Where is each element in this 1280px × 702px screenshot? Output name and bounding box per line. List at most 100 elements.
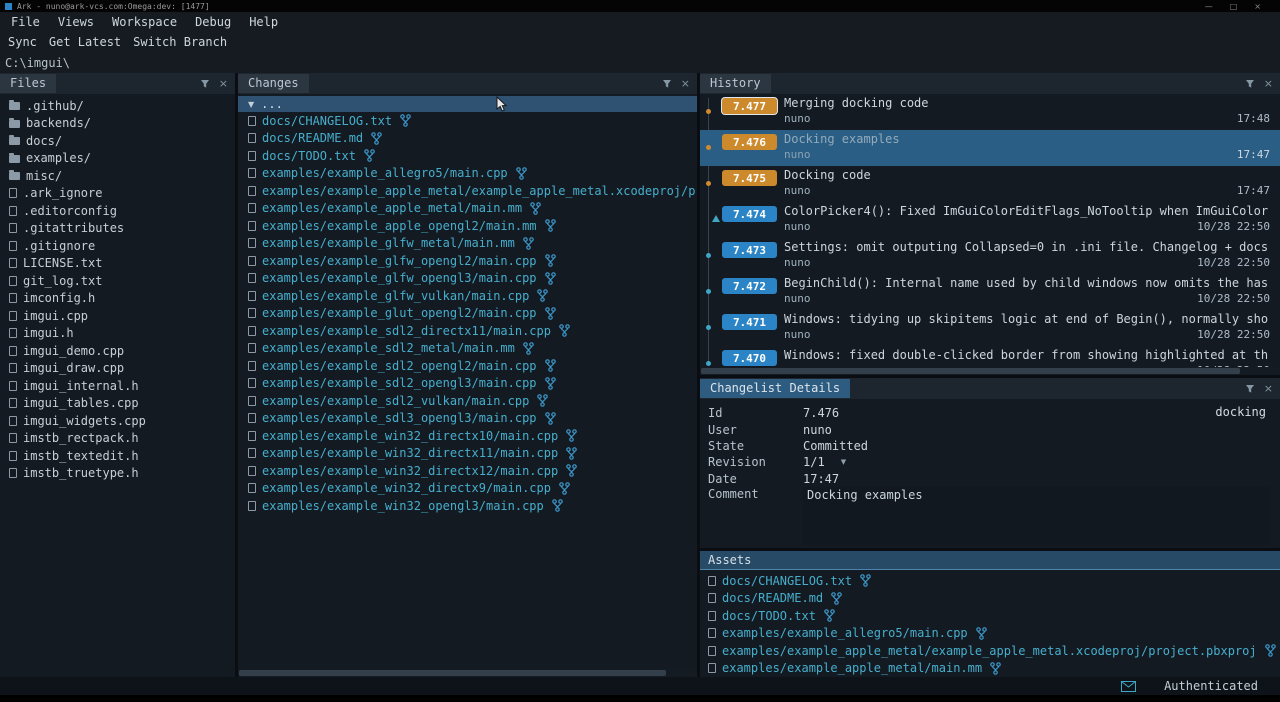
changed-file-row[interactable]: examples/example_glfw_vulkan/main.cpp <box>238 287 697 305</box>
changed-file-row[interactable]: docs/TODO.txt <box>238 147 697 165</box>
close-icon[interactable]: × <box>681 78 690 89</box>
changed-file-row[interactable]: examples/example_glfw_opengl3/main.cpp <box>238 270 697 288</box>
menu-item[interactable]: Workspace <box>103 15 186 29</box>
files-tab[interactable]: Files <box>0 74 56 93</box>
history-row[interactable]: 7.471 Windows: tidying up skipitems logi… <box>700 310 1280 346</box>
assets-tab[interactable]: Assets <box>700 553 751 567</box>
changed-file-row[interactable]: examples/example_sdl2_metal/main.mm <box>238 340 697 358</box>
toolbar-button[interactable]: Sync <box>8 35 37 49</box>
file-tree-row[interactable]: imgui.cpp <box>0 307 235 325</box>
changes-tab[interactable]: Changes <box>238 74 309 93</box>
branch-icon <box>860 574 871 587</box>
history-tab[interactable]: History <box>700 74 771 93</box>
minimize-button[interactable]: — <box>1205 2 1213 11</box>
file-tree-row[interactable]: imstb_truetype.h <box>0 465 235 483</box>
details-fields: docking Id 7.476 User nuno State Committ… <box>700 399 1280 548</box>
changed-file-row[interactable]: docs/CHANGELOG.txt <box>238 112 697 130</box>
file-tree-row[interactable]: imgui_demo.cpp <box>0 342 235 360</box>
file-tree-row[interactable]: backends/ <box>0 115 235 133</box>
file-tree-row[interactable]: .ark_ignore <box>0 185 235 203</box>
menu-item[interactable]: Help <box>240 15 287 29</box>
asset-row[interactable]: examples/example_allegro5/main.cpp <box>700 625 1280 643</box>
file-tree-row[interactable]: .gitattributes <box>0 220 235 238</box>
file-tree-row[interactable]: .gitignore <box>0 237 235 255</box>
history-horizontal-scrollbar[interactable] <box>700 367 1280 375</box>
file-tree-row[interactable]: git_log.txt <box>0 272 235 290</box>
changed-file-row[interactable]: examples/example_apple_metal/main.mm <box>238 200 697 218</box>
changed-file-row[interactable]: examples/example_sdl2_opengl2/main.cpp <box>238 357 697 375</box>
asset-row[interactable]: examples/example_apple_metal/example_app… <box>700 642 1280 660</box>
changed-file-name: examples/example_sdl2_directx11/main.cpp <box>262 324 551 338</box>
changed-file-row[interactable]: examples/example_glfw_metal/main.mm <box>238 235 697 253</box>
changed-file-row[interactable]: examples/example_glfw_opengl2/main.cpp <box>238 252 697 270</box>
maximize-button[interactable]: □ <box>1230 2 1238 11</box>
file-tree-row[interactable]: imgui_tables.cpp <box>0 395 235 413</box>
changed-file-row[interactable]: examples/example_win32_directx12/main.cp… <box>238 462 697 480</box>
file-tree-row[interactable]: examples/ <box>0 150 235 168</box>
file-tree-row[interactable]: .editorconfig <box>0 202 235 220</box>
changes-horizontal-scrollbar[interactable] <box>238 669 697 677</box>
changed-file-row[interactable]: examples/example_apple_metal/example_app… <box>238 182 697 200</box>
file-tree-row[interactable]: imstb_textedit.h <box>0 447 235 465</box>
toolbar-button[interactable]: Switch Branch <box>133 35 227 49</box>
history-row[interactable]: 7.476 Docking examples nuno 17:47 <box>700 130 1280 166</box>
toolbar-button[interactable]: Get Latest <box>49 35 121 49</box>
file-tree-row[interactable]: imgui_widgets.cpp <box>0 412 235 430</box>
history-row[interactable]: 7.475 Docking code nuno 17:47 <box>700 166 1280 202</box>
file-tree-row[interactable]: LICENSE.txt <box>0 255 235 273</box>
changed-file-row[interactable]: examples/example_win32_opengl3/main.cpp <box>238 497 697 515</box>
filter-icon[interactable] <box>1245 79 1255 89</box>
revision-badge: 7.476 <box>722 134 777 150</box>
comment-field[interactable]: Docking examples <box>803 487 1270 545</box>
changed-file-row[interactable]: examples/example_sdl2_opengl3/main.cpp <box>238 375 697 393</box>
history-row[interactable]: 7.470 Windows: fixed double-clicked bord… <box>700 346 1280 367</box>
file-tree-row[interactable]: imgui.h <box>0 325 235 343</box>
file-icon <box>248 116 256 126</box>
history-row[interactable]: 7.473 Settings: omit outputing Collapsed… <box>700 238 1280 274</box>
menu-item[interactable]: Views <box>49 15 103 29</box>
file-tree-row[interactable]: imconfig.h <box>0 290 235 308</box>
changed-file-row[interactable]: examples/example_apple_opengl2/main.mm <box>238 217 697 235</box>
history-row[interactable]: 7.477 Merging docking code nuno 17:48 <box>700 94 1280 130</box>
menu-item[interactable]: File <box>2 15 49 29</box>
close-icon[interactable]: × <box>1264 78 1273 89</box>
changes-root-row[interactable]: ▼ ... <box>238 96 697 112</box>
file-tree-row[interactable]: imstb_rectpack.h <box>0 430 235 448</box>
filter-icon[interactable] <box>200 79 210 89</box>
history-row[interactable]: 7.474 ColorPicker4(): Fixed ImGuiColorEd… <box>700 202 1280 238</box>
changed-file-row[interactable]: examples/example_win32_directx11/main.cp… <box>238 445 697 463</box>
close-icon[interactable]: × <box>219 78 228 89</box>
expander-icon[interactable]: ▼ <box>248 100 254 109</box>
file-name: imgui.h <box>23 326 74 340</box>
asset-row[interactable]: docs/README.md <box>700 590 1280 608</box>
asset-row[interactable]: examples/example_apple_metal/main.mm <box>700 660 1280 678</box>
filter-icon[interactable] <box>662 79 672 89</box>
changed-file-row[interactable]: docs/README.md <box>238 130 697 148</box>
filter-icon[interactable] <box>1245 384 1255 394</box>
details-tab[interactable]: Changelist Details <box>700 379 850 398</box>
asset-row[interactable]: docs/CHANGELOG.txt <box>700 572 1280 590</box>
menu-item[interactable]: Debug <box>186 15 240 29</box>
file-name: imgui_tables.cpp <box>23 396 139 410</box>
changed-file-row[interactable]: examples/example_win32_directx10/main.cp… <box>238 427 697 445</box>
scrollbar-thumb[interactable] <box>239 670 666 676</box>
history-row[interactable]: 7.472 BeginChild(): Internal name used b… <box>700 274 1280 310</box>
changed-file-row[interactable]: examples/example_allegro5/main.cpp <box>238 165 697 183</box>
file-tree-row[interactable]: imgui_internal.h <box>0 377 235 395</box>
changed-file-row[interactable]: examples/example_sdl2_directx11/main.cpp <box>238 322 697 340</box>
revision-dropdown-icon[interactable]: ▼ <box>841 458 846 466</box>
scrollbar-thumb[interactable] <box>701 368 1240 374</box>
changed-file-row[interactable]: examples/example_win32_directx9/main.cpp <box>238 480 697 498</box>
branch-icon <box>566 447 577 460</box>
close-icon[interactable]: × <box>1264 383 1273 394</box>
asset-file-name: docs/TODO.txt <box>722 609 816 623</box>
close-button[interactable]: × <box>1254 2 1261 11</box>
file-tree-row[interactable]: misc/ <box>0 167 235 185</box>
changed-file-row[interactable]: examples/example_sdl3_opengl3/main.cpp <box>238 410 697 428</box>
file-tree-row[interactable]: imgui_draw.cpp <box>0 360 235 378</box>
changed-file-row[interactable]: examples/example_sdl2_vulkan/main.cpp <box>238 392 697 410</box>
file-tree-row[interactable]: .github/ <box>0 97 235 115</box>
file-tree-row[interactable]: docs/ <box>0 132 235 150</box>
changed-file-row[interactable]: examples/example_glut_opengl2/main.cpp <box>238 305 697 323</box>
asset-row[interactable]: docs/TODO.txt <box>700 607 1280 625</box>
